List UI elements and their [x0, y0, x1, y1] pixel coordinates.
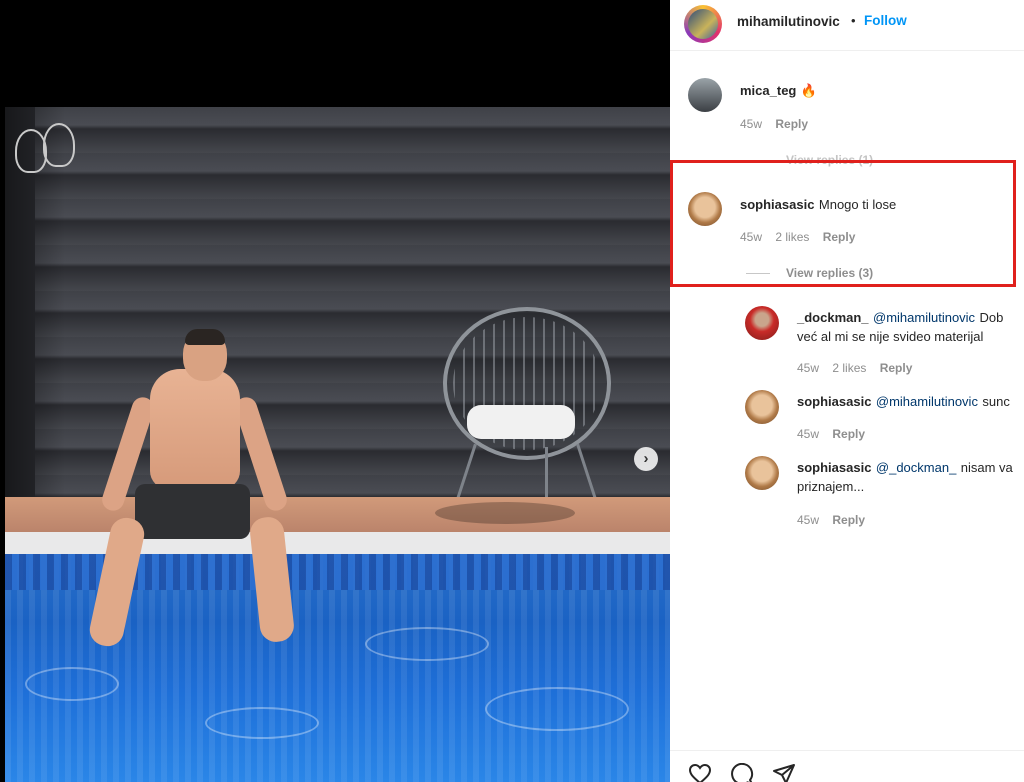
chair-cushion: [467, 405, 575, 439]
hanging-plant: [43, 123, 75, 167]
fire-emoji: 🔥: [800, 83, 818, 98]
highlight-box: [670, 160, 1016, 287]
reply-age: 45w: [797, 361, 820, 375]
user-avatar[interactable]: [745, 390, 779, 424]
reply-button[interactable]: Reply: [832, 513, 865, 527]
chair-leg: [545, 447, 548, 502]
reply-button[interactable]: Reply: [775, 117, 808, 131]
person-hair: [185, 329, 225, 345]
water-ripple: [485, 687, 629, 731]
reply-age: 45w: [797, 427, 820, 441]
reply-body: sophiasasic @mihamilutinovic sunc: [797, 393, 1024, 411]
next-photo-button[interactable]: ›: [634, 447, 658, 471]
reply-text-line2: priznajem...: [797, 479, 865, 494]
author-username[interactable]: mihamilutinovic: [737, 14, 840, 29]
author-avatar[interactable]: [684, 5, 722, 43]
heart-icon[interactable]: [688, 763, 712, 782]
user-avatar[interactable]: [745, 456, 779, 490]
pool-scene: [5, 107, 670, 782]
follow-button[interactable]: Follow: [864, 13, 907, 28]
person-torso: [150, 369, 240, 489]
post-header: mihamilutinovic • Follow: [670, 0, 1024, 51]
reply-mention[interactable]: @mihamilutinovic: [876, 394, 978, 409]
reply-username[interactable]: sophiasasic: [797, 460, 871, 475]
comments-panel: mihamilutinovic • Follow mica_teg 🔥 45w …: [670, 0, 1024, 782]
reply-username[interactable]: sophiasasic: [797, 394, 871, 409]
reply-meta: 45w Reply: [797, 513, 875, 527]
pool-edge: [5, 532, 670, 554]
comment-username[interactable]: mica_teg: [740, 83, 796, 98]
comment-meta: 45w Reply: [740, 117, 818, 131]
reply-body: _dockman_ @mihamilutinovic Dob već al mi…: [797, 308, 1024, 346]
reply-button[interactable]: Reply: [880, 361, 913, 375]
user-avatar[interactable]: [745, 306, 779, 340]
share-icon[interactable]: [772, 763, 796, 782]
reply-likes[interactable]: 2 likes: [832, 361, 866, 375]
water-ripple: [205, 707, 319, 739]
reply-username[interactable]: _dockman_: [797, 310, 869, 325]
reply-text: nisam va: [960, 460, 1013, 475]
reply-text: sunc: [982, 394, 1010, 409]
post-photo: ›: [0, 0, 670, 782]
reply-age: 45w: [797, 513, 820, 527]
reply-body: sophiasasic @_dockman_ nisam va priznaje…: [797, 458, 1024, 496]
reply-text-line2: već al mi se nije svideo materijal: [797, 329, 984, 344]
comment-age: 45w: [740, 117, 763, 131]
water-ripple: [365, 627, 489, 661]
action-bar: [670, 750, 1024, 782]
comment-body: mica_teg 🔥: [740, 82, 817, 100]
comment-icon[interactable]: [730, 763, 754, 782]
reply-button[interactable]: Reply: [832, 427, 865, 441]
reply-meta: 45w Reply: [797, 427, 875, 441]
user-avatar[interactable]: [688, 78, 722, 112]
water-ripple: [25, 667, 119, 701]
separator-dot: •: [851, 13, 856, 28]
reply-mention[interactable]: @mihamilutinovic: [873, 310, 975, 325]
reply-mention[interactable]: @_dockman_: [876, 460, 956, 475]
chair-shadow: [435, 502, 575, 524]
person-shorts: [135, 484, 250, 539]
reply-text: Dob: [979, 310, 1004, 325]
reply-meta: 45w 2 likes Reply: [797, 361, 922, 375]
